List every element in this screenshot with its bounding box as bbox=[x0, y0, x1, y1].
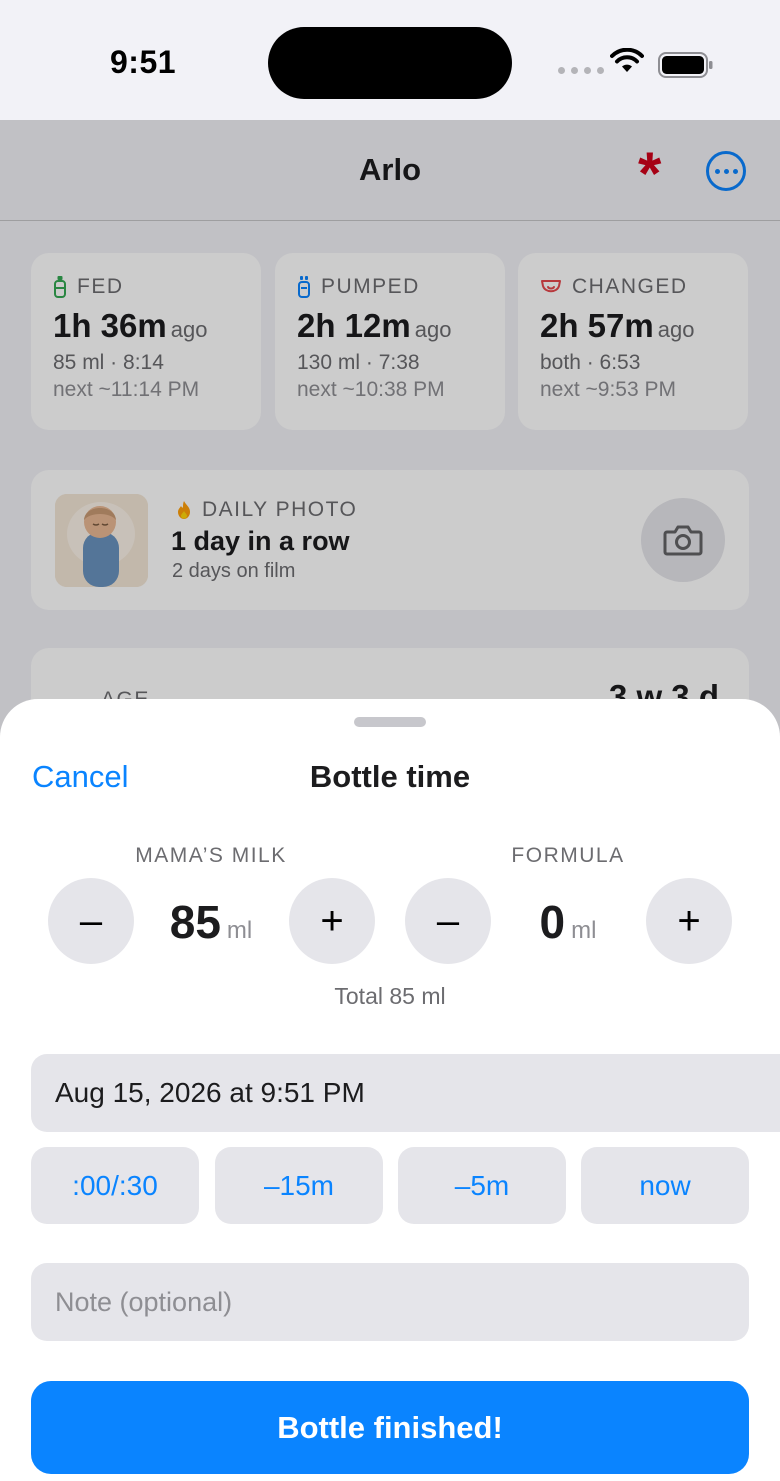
mamas-milk-unit: ml bbox=[226, 917, 253, 944]
cancel-button[interactable]: Cancel bbox=[32, 759, 129, 795]
round-to-half-hour-button[interactable]: :00/:30 bbox=[31, 1147, 199, 1224]
status-bar: 9:51 bbox=[0, 0, 780, 120]
sheet-grabber[interactable] bbox=[354, 717, 426, 727]
note-input[interactable]: Note (optional) bbox=[31, 1263, 749, 1341]
battery-icon bbox=[658, 52, 713, 78]
dynamic-island bbox=[268, 27, 512, 99]
bottle-sheet: Cancel Bottle time MAMA’S MILK FORMULA –… bbox=[0, 699, 780, 1481]
formula-increment-button[interactable]: + bbox=[646, 878, 732, 964]
bottle-finished-button[interactable]: Bottle finished! bbox=[31, 1381, 749, 1474]
mamas-milk-amount: 85 ml bbox=[131, 895, 291, 949]
formula-label: FORMULA bbox=[511, 844, 625, 867]
datetime-picker[interactable]: Aug 15, 2026 at 9:51 PM bbox=[31, 1054, 780, 1132]
wifi-icon bbox=[610, 48, 644, 72]
cellular-dots-icon bbox=[558, 67, 604, 74]
status-time: 9:51 bbox=[110, 44, 177, 80]
formula-amount: 0 ml bbox=[488, 895, 648, 949]
mamas-milk-increment-button[interactable]: + bbox=[289, 878, 375, 964]
mamas-milk-value: 85 bbox=[169, 896, 221, 948]
formula-decrement-button[interactable]: – bbox=[405, 878, 491, 964]
mamas-milk-decrement-button[interactable]: – bbox=[48, 878, 134, 964]
formula-unit: ml bbox=[571, 917, 597, 944]
formula-value: 0 bbox=[539, 896, 566, 948]
total-amount: Total 85 ml bbox=[334, 983, 446, 1009]
minus-15m-button[interactable]: –15m bbox=[215, 1147, 383, 1224]
now-button[interactable]: now bbox=[581, 1147, 749, 1224]
minus-5m-button[interactable]: –5m bbox=[398, 1147, 566, 1224]
mamas-milk-label: MAMA’S MILK bbox=[135, 844, 287, 867]
